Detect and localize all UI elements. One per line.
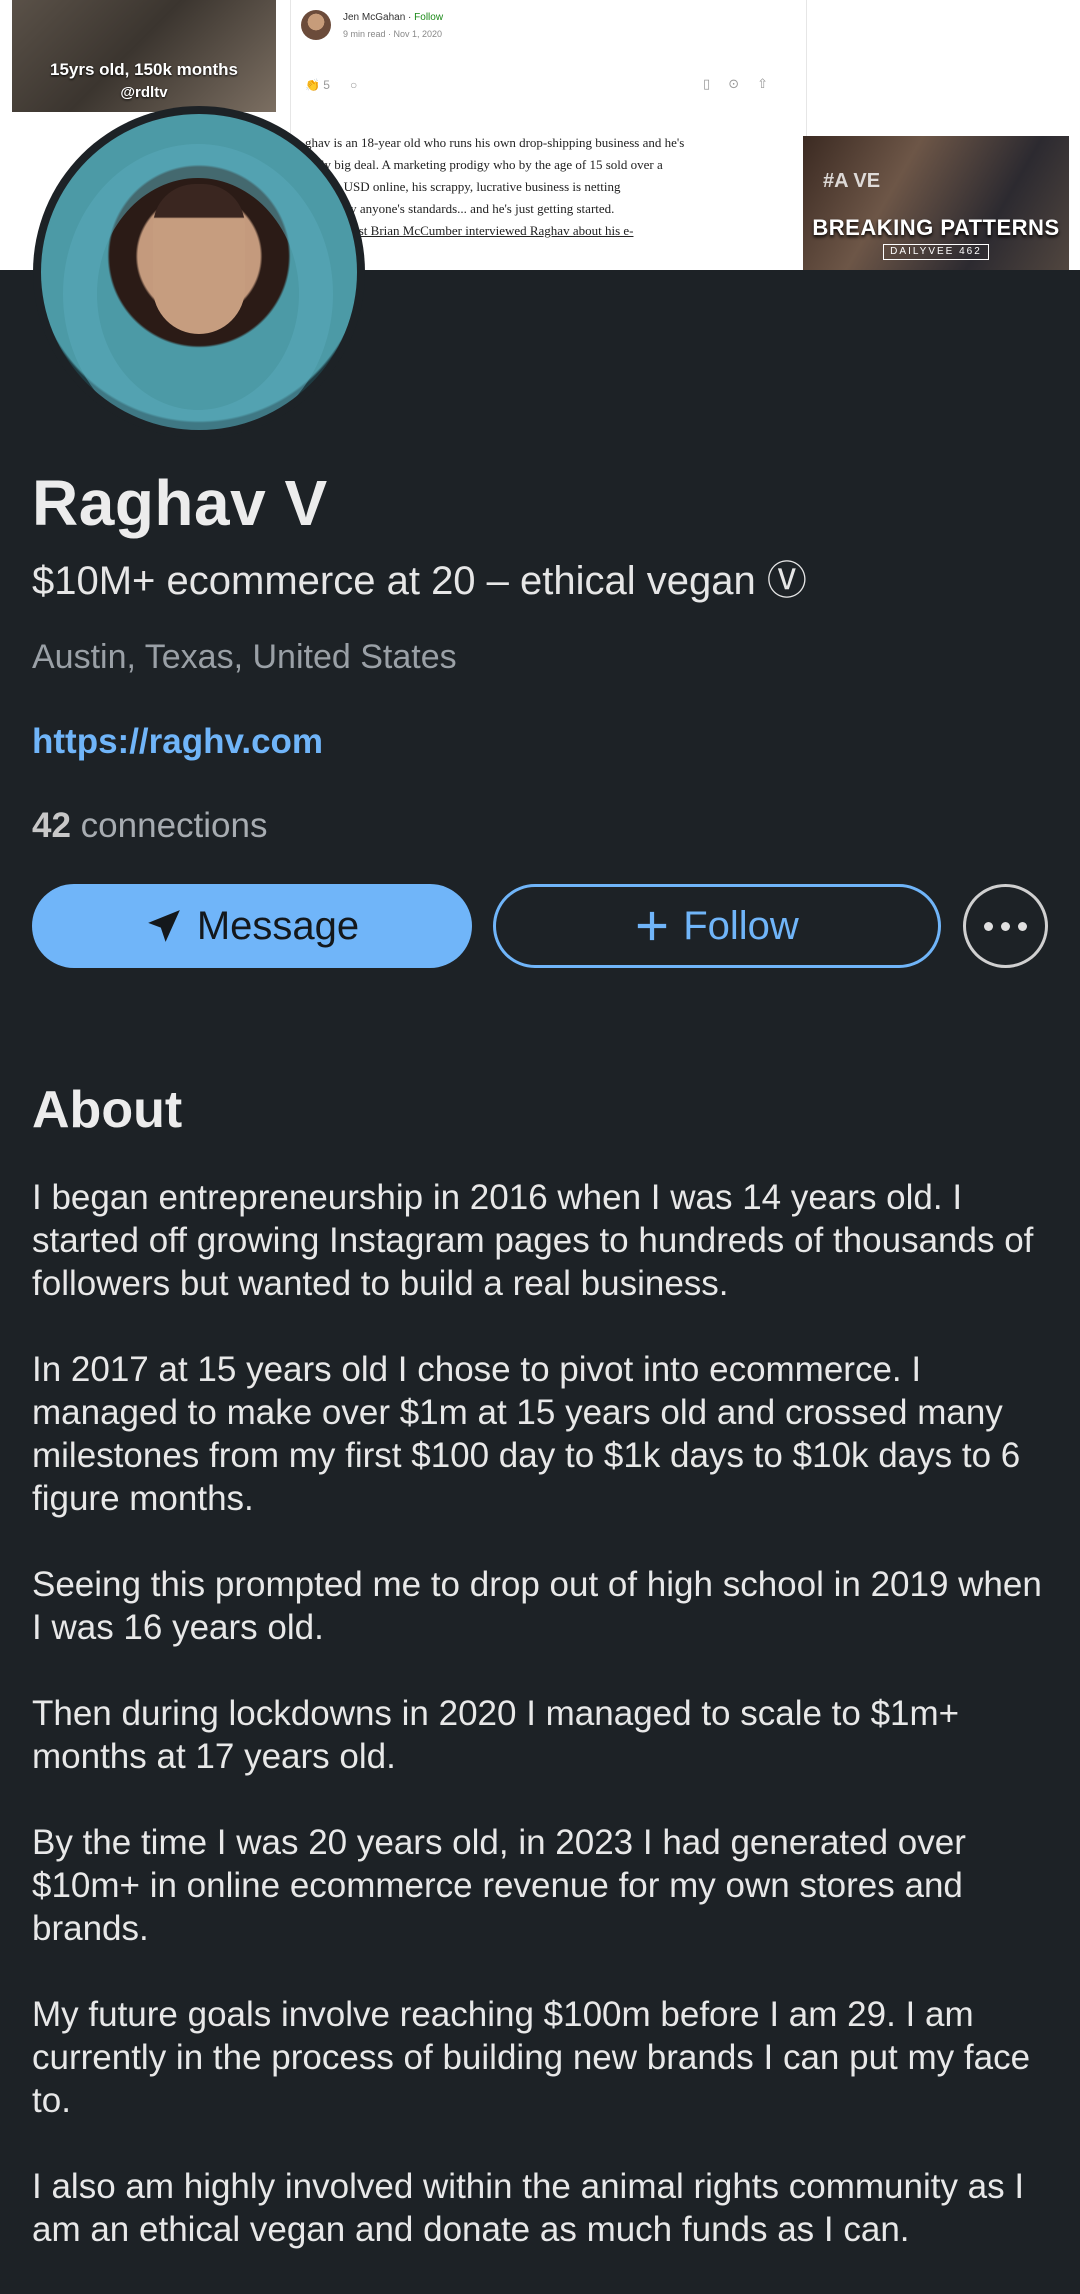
- profile-website-link[interactable]: https://raghv.com: [32, 722, 323, 762]
- thumb-subtitle: DAILYVEE 462: [883, 244, 989, 260]
- avatar: [41, 114, 357, 430]
- thumb-tag: #A VE: [823, 170, 881, 192]
- send-icon: [145, 907, 183, 945]
- about-section: I began entrepreneurship in 2016 when I …: [32, 1176, 1042, 2294]
- article-clap-icon: 👏 5 ○: [305, 78, 358, 92]
- message-button[interactable]: Message: [32, 884, 472, 968]
- about-paragraph: I also am highly involved within the ani…: [32, 2167, 1025, 2249]
- about-heading: About: [32, 1081, 183, 1139]
- about-paragraph: By the time I was 20 years old, in 2023 …: [32, 1823, 966, 1948]
- banner-caption-handle: @rdltv: [120, 84, 168, 101]
- banner-caption: 15yrs old, 150k months: [49, 60, 239, 79]
- article-claps: 5: [323, 78, 330, 92]
- profile-headline: $10M+ ecommerce at 20 – ethical vegan Ⓥ: [32, 559, 807, 603]
- about-paragraph: In 2017 at 15 years old I chose to pivot…: [32, 1350, 1021, 1518]
- about-paragraph: I began entrepreneurship in 2016 when I …: [32, 1178, 1034, 1303]
- more-icon: [984, 921, 1027, 931]
- connections-label: connections: [80, 806, 268, 845]
- article-line: money by anyone's standards... and he's …: [305, 201, 615, 216]
- follow-button-label: Follow: [683, 903, 799, 948]
- connections-count[interactable]: 42 connections: [32, 806, 267, 846]
- article-meta: 9 min read · Nov 1, 2020: [343, 29, 443, 39]
- article-line: y Talks host Brian McCumber interviewed …: [305, 223, 634, 238]
- profile-location: Austin, Texas, United States: [32, 638, 457, 676]
- profile-avatar[interactable]: [33, 106, 365, 438]
- article-line: dollars USD online, his scrappy, lucrati…: [305, 179, 621, 194]
- message-button-label: Message: [196, 903, 360, 948]
- about-paragraph: Seeing this prompted me to drop out of h…: [32, 1565, 1042, 1647]
- more-button[interactable]: [963, 884, 1048, 968]
- article-line: ually big deal. A marketing prodigy who …: [305, 157, 663, 172]
- connections-number: 42: [32, 806, 71, 845]
- follow-button[interactable]: Follow: [493, 884, 941, 968]
- article-author-name: Jen McGahan: [343, 12, 406, 23]
- article-author-avatar: [301, 10, 331, 40]
- about-paragraph: Then during lockdowns in 2020 I managed …: [32, 1694, 960, 1776]
- thumb-title: BREAKING PATTERNS: [812, 215, 1060, 240]
- banner-article-screenshot: Jen McGahan · Follow 9 min read · Nov 1,…: [290, 0, 807, 270]
- article-author: Jen McGahan · Follow: [343, 12, 444, 23]
- banner-photo-left: 15yrs old, 150k months @rdltv: [12, 0, 276, 112]
- profile-name: Raghav V: [32, 467, 328, 539]
- article-line: ghav is an 18-year old who runs his own …: [305, 135, 685, 150]
- avatar-face: [153, 184, 245, 334]
- banner-video-thumbnail: #A VE BREAKING PATTERNS DAILYVEE 462: [803, 136, 1069, 270]
- article-follow: Follow: [414, 12, 444, 23]
- article-action-icons: ▯⊙⇧: [703, 76, 786, 91]
- article-text: ghav is an 18-year old who runs his own …: [305, 132, 785, 242]
- plus-icon: [635, 909, 669, 943]
- about-paragraph: My future goals involve reaching $100m b…: [32, 1995, 1031, 2120]
